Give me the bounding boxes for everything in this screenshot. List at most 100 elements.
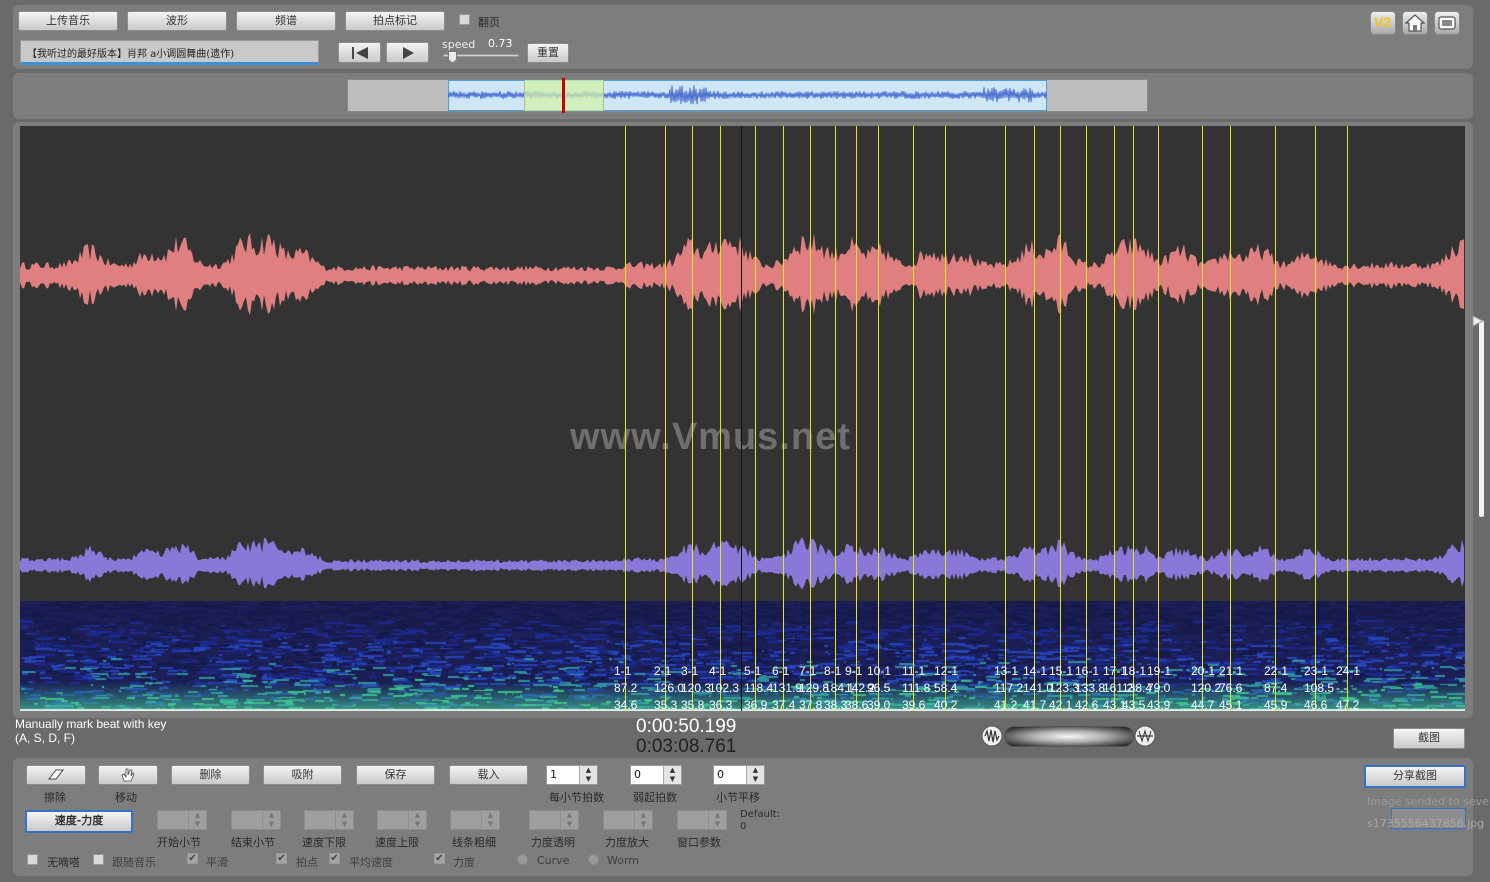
stepper-arrows-icon[interactable]: ▲ ▼ [746, 766, 764, 784]
beat-line[interactable] [913, 126, 914, 711]
beat-tempo-label: 58.4 [934, 681, 958, 695]
upload-music-button[interactable]: 上传音乐 [18, 11, 118, 31]
beat-line[interactable] [665, 126, 666, 711]
beat-time-label: 38.3 [824, 698, 848, 711]
beats-per-bar-stepper[interactable]: 1 ▲ ▼ [546, 765, 598, 785]
delete-button[interactable]: 删除 [171, 765, 250, 785]
no-tick-checkbox[interactable] [27, 854, 38, 865]
beat-tempo-label: 102.3 [709, 681, 740, 695]
beat-line[interactable] [1158, 126, 1159, 711]
beat-line[interactable] [1230, 126, 1231, 711]
reset-speed-button[interactable]: 重置 [527, 43, 569, 63]
load-button[interactable]: 载入 [449, 765, 528, 785]
snap-button[interactable]: 吸附 [263, 765, 342, 785]
share-screenshot-button[interactable]: 分享截图 [1364, 765, 1466, 788]
stepper-arrows-icon[interactable]: ▲ ▼ [262, 811, 280, 829]
beat-line[interactable] [1133, 126, 1134, 711]
waveform-display[interactable]: www.Vmus.net 1-1 87.2 34.6 2-1 126.0 35.3 3-1 1… [20, 126, 1465, 711]
dynamics-checkbox[interactable]: ✔ [434, 853, 445, 864]
beat-line[interactable] [1275, 126, 1276, 711]
rewind-button[interactable] [338, 42, 381, 63]
zoom-out-wave-icon[interactable] [981, 725, 1003, 747]
beat-line[interactable] [1114, 126, 1115, 711]
beat-line[interactable] [720, 126, 721, 711]
weak-beats-stepper[interactable]: 0 ▲ ▼ [630, 765, 682, 785]
window-param-stepper[interactable]: ▲ ▼ [677, 810, 727, 830]
zoom-in-wave-icon[interactable] [1134, 725, 1158, 747]
watermark: www.Vmus.net [570, 416, 851, 458]
beat-time-label: 39.6 [902, 698, 926, 711]
beat-line[interactable] [810, 126, 811, 711]
beat-line[interactable] [1202, 126, 1203, 711]
move-button[interactable] [98, 765, 158, 785]
stepper-arrows-icon[interactable]: ▲ ▼ [663, 766, 681, 784]
follow-music-checkbox[interactable] [93, 854, 104, 865]
tempo-high-stepper[interactable]: ▲ ▼ [377, 810, 427, 830]
dyn-transparency-stepper[interactable]: ▲ ▼ [529, 810, 579, 830]
beat-measure-label: 15-1 [1049, 664, 1074, 678]
stepper-arrows-icon[interactable]: ▲ ▼ [481, 811, 499, 829]
beat-time-label: 39.0 [867, 698, 891, 711]
beat-line[interactable] [1086, 126, 1087, 711]
worm-radio[interactable] [588, 854, 599, 865]
beat-line[interactable] [1315, 126, 1316, 711]
end-bar-stepper[interactable]: ▲ ▼ [231, 810, 281, 830]
beat-line[interactable] [835, 126, 836, 711]
line-width-stepper[interactable]: ▲ ▼ [450, 810, 500, 830]
v2-button[interactable]: V2 [1370, 11, 1396, 35]
play-button[interactable] [386, 42, 429, 63]
default-label: Default: [740, 809, 780, 820]
beat-line[interactable] [783, 126, 784, 711]
smooth-checkbox[interactable]: ✔ [187, 853, 198, 864]
stepper-arrows-icon[interactable]: ▲ ▼ [335, 811, 353, 829]
save-button[interactable]: 保存 [356, 765, 435, 785]
waveform-button[interactable]: 波形 [127, 11, 227, 31]
stepper-arrows-icon[interactable]: ▲ ▼ [408, 811, 426, 829]
beat-line[interactable] [1060, 126, 1061, 711]
beat-measure-label: 19-1 [1147, 664, 1172, 678]
flip-page-checkbox[interactable] [459, 14, 470, 25]
spectrum-button[interactable]: 频谱 [236, 11, 336, 31]
home-button[interactable] [1402, 11, 1428, 35]
tempo-dynamics-button[interactable]: 速度-力度 [25, 810, 133, 833]
beat-line[interactable] [1034, 126, 1035, 711]
beat-mark-button[interactable]: 拍点标记 [345, 11, 445, 31]
bar-shift-stepper[interactable]: 0 ▲ ▼ [713, 765, 765, 785]
zoom-slider[interactable] [1004, 726, 1134, 747]
beat-checkbox[interactable]: ✔ [276, 853, 287, 864]
skip-back-icon [351, 47, 368, 59]
start-bar-stepper[interactable]: ▲ ▼ [157, 810, 207, 830]
beat-line[interactable] [856, 126, 857, 711]
beat-line[interactable] [1005, 126, 1006, 711]
beat-time-label: 36.9 [744, 698, 768, 711]
stepper-arrows-icon[interactable]: ▲ ▼ [708, 811, 726, 829]
speed-value: 0.73 [488, 37, 513, 50]
beat-line[interactable] [945, 126, 946, 711]
stepper-arrows-icon[interactable]: ▲ ▼ [188, 811, 206, 829]
beat-line[interactable] [692, 126, 693, 711]
beat-measure-label: 16-1 [1075, 664, 1100, 678]
stepper-arrows-icon[interactable]: ▲ ▼ [634, 811, 652, 829]
scroll-up-arrow-icon[interactable] [1472, 315, 1484, 327]
tempo-low-stepper[interactable]: ▲ ▼ [304, 810, 354, 830]
track-title-field[interactable]: 【我听过的最好版本】肖邦 a小调圆舞曲(遗作) [20, 40, 319, 65]
avg-tempo-checkbox[interactable]: ✔ [329, 853, 340, 864]
beat-tempo-label: 117.2 [994, 681, 1024, 695]
beat-measure-label: 20-1 [1191, 664, 1216, 678]
beat-line[interactable] [625, 126, 626, 711]
beats-per-bar-value: 1 [550, 768, 557, 781]
curve-radio[interactable] [517, 854, 528, 865]
erase-button[interactable] [26, 765, 86, 785]
overview-playhead[interactable] [562, 78, 565, 113]
beat-line[interactable] [1347, 126, 1348, 711]
fullscreen-button[interactable] [1434, 11, 1460, 35]
screenshot-button[interactable]: 截图 [1393, 728, 1465, 749]
stepper-arrows-icon[interactable]: ▲ ▼ [560, 811, 578, 829]
stepper-arrows-icon[interactable]: ▲ ▼ [579, 766, 597, 784]
vertical-scrollbar[interactable] [1479, 320, 1484, 517]
dyn-zoom-stepper[interactable]: ▲ ▼ [603, 810, 653, 830]
image-sent-text: Image sended to seve [1367, 795, 1489, 808]
beat-line[interactable] [878, 126, 879, 711]
beat-line[interactable] [755, 126, 756, 711]
beat-measure-label: 18-1 [1122, 664, 1147, 678]
